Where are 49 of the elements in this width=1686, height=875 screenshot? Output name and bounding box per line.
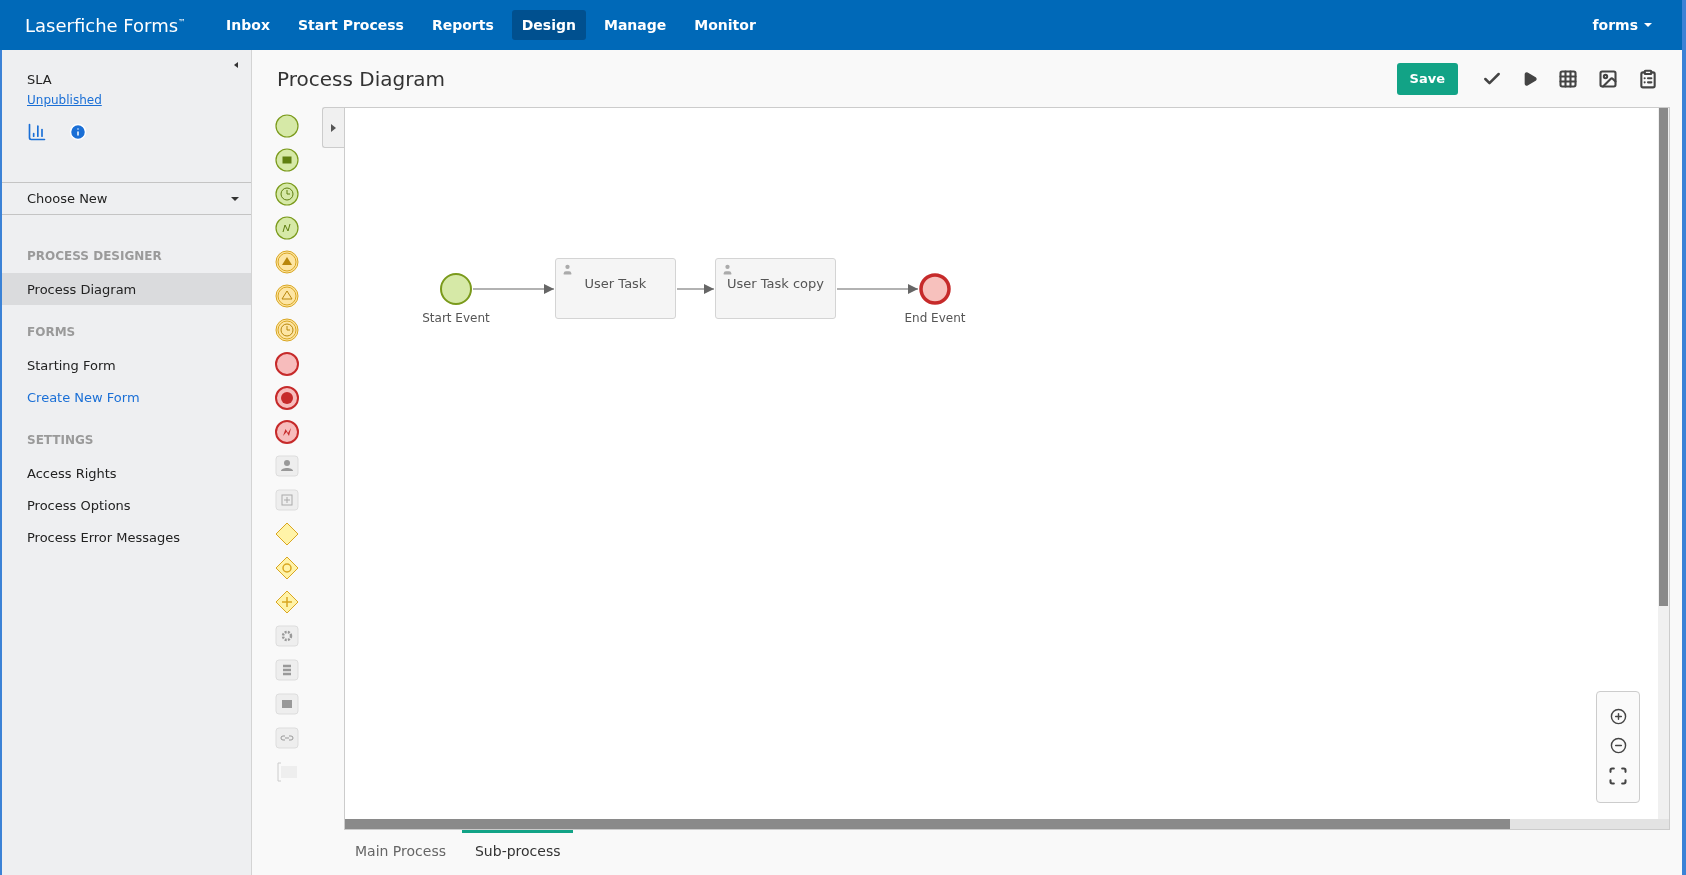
user-task-node[interactable]: User Task [555, 258, 676, 319]
process-tab[interactable]: Main Process [342, 830, 459, 875]
sidebar-item[interactable]: Process Error Messages [2, 521, 251, 553]
nav-link[interactable]: Reports [421, 10, 504, 40]
process-tab[interactable]: Sub-process [462, 830, 574, 875]
nav-link[interactable]: Monitor [684, 10, 766, 40]
expand-caret-button[interactable] [322, 107, 344, 148]
start-event-node[interactable] [440, 273, 472, 305]
end-event-node[interactable] [919, 273, 951, 305]
nav-link[interactable]: Design [511, 10, 586, 40]
event-label: End Event [904, 311, 966, 325]
section-heading: PROCESS DESIGNER [26, 249, 163, 263]
triangle-event-icon[interactable] [274, 249, 300, 275]
stack-icon[interactable] [274, 657, 300, 683]
bar-chart-icon[interactable] [27, 122, 47, 142]
sidebar-item[interactable]: Process Options [2, 489, 251, 521]
process-name: SLA [27, 72, 53, 87]
clock-event-icon[interactable] [274, 181, 300, 207]
horizontal-scrollbar[interactable] [345, 819, 1511, 829]
info-icon[interactable] [69, 123, 87, 141]
start-event-icon[interactable] [274, 113, 300, 139]
sequence-flow-arrow[interactable] [472, 284, 555, 294]
terminate-event-icon[interactable] [274, 385, 300, 411]
vertical-scrollbar[interactable] [1659, 108, 1668, 606]
choose-new-dropdown[interactable]: Choose New [2, 183, 251, 215]
signal-event-icon[interactable] [274, 215, 300, 241]
nav-link[interactable]: Inbox [216, 10, 280, 40]
event-label: Start Event [422, 311, 490, 325]
create-link[interactable]: Create New Form [2, 381, 251, 413]
user-task-node[interactable]: User Task copy [715, 258, 836, 319]
sidebar-item[interactable]: Process Diagram [2, 273, 251, 305]
sequence-flow-arrow[interactable] [836, 284, 919, 294]
page-title: Process Diagram [277, 66, 446, 91]
status-link[interactable]: Unpublished [27, 93, 102, 107]
user-task-icon[interactable] [274, 453, 300, 479]
error-event-icon[interactable] [274, 419, 300, 445]
nav-link[interactable]: Manage [594, 10, 677, 40]
section-heading: SETTINGS [26, 433, 95, 447]
user-icon [721, 263, 734, 276]
nav-link[interactable]: Start Process [287, 10, 414, 40]
save-button[interactable]: Save [1396, 62, 1458, 95]
sidebar-item[interactable]: Starting Form [2, 349, 251, 381]
end-event-icon[interactable] [274, 351, 300, 377]
user-icon [561, 263, 574, 276]
app-brand[interactable]: Laserfiche Forms$^{™}$ [25, 14, 187, 36]
user-menu[interactable]: forms [1592, 17, 1652, 33]
sequence-flow-arrow[interactable] [676, 284, 715, 294]
sidebar-item[interactable]: Access Rights [2, 457, 251, 489]
section-heading: FORMS [26, 325, 77, 339]
